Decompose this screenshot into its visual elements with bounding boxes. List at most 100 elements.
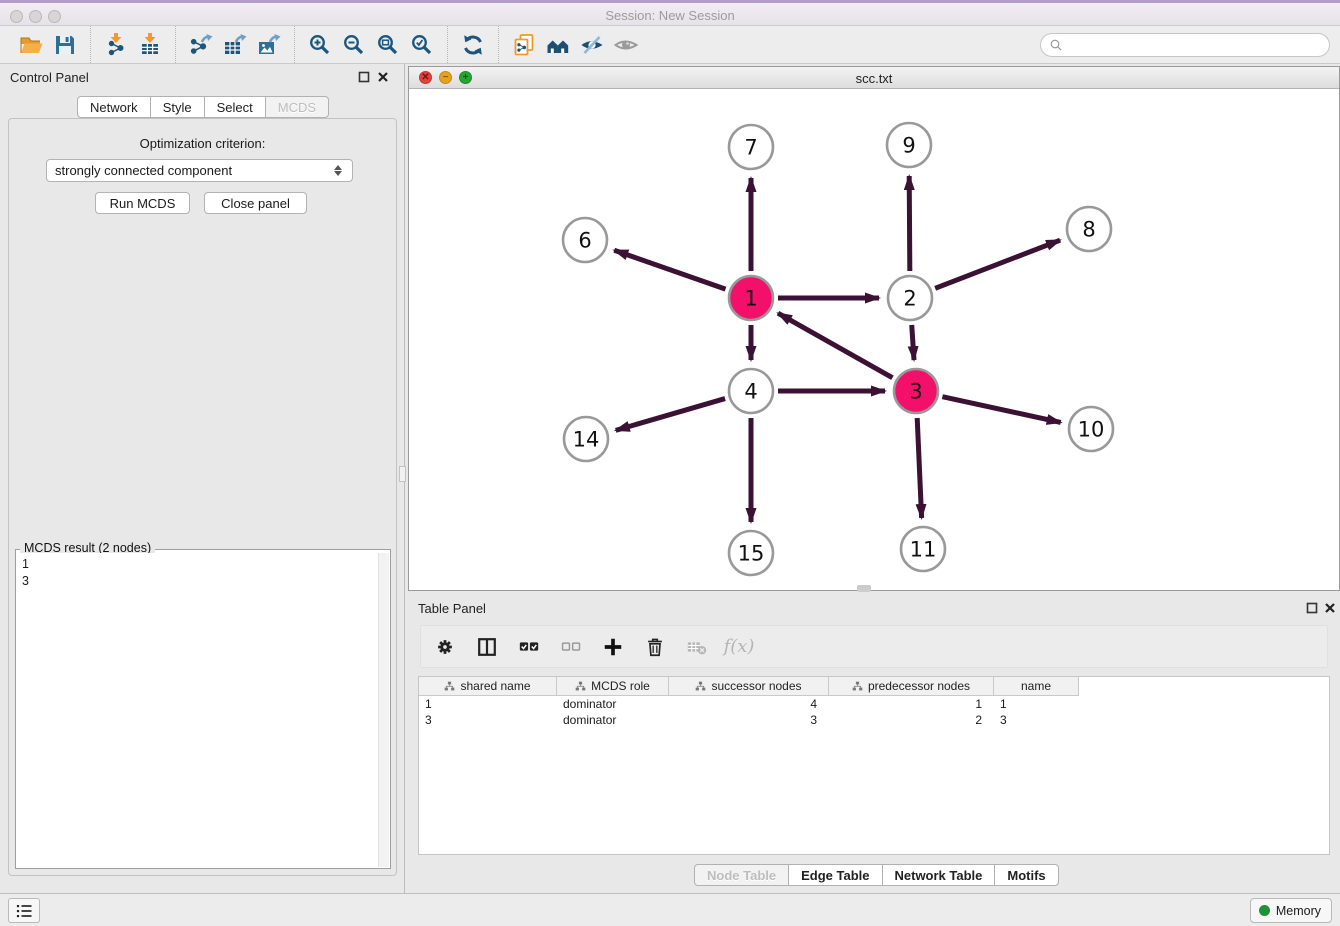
graph-node-6[interactable]: 6 — [563, 218, 607, 262]
edge-3-1[interactable] — [778, 313, 892, 378]
search-input[interactable] — [1064, 35, 1329, 55]
graph-node-10[interactable]: 10 — [1069, 407, 1113, 451]
float-table-panel-icon[interactable] — [1306, 602, 1318, 614]
open-session-icon[interactable] — [14, 30, 48, 60]
criterion-select[interactable]: strongly connected component — [46, 159, 353, 182]
svg-text:10: 10 — [1078, 418, 1105, 442]
svg-text:6: 6 — [578, 229, 591, 253]
control-panel-title: Control Panel — [10, 70, 89, 85]
window-title: Session: New Session — [0, 8, 1340, 23]
column-header-MCDS-role[interactable]: MCDS role — [557, 677, 669, 696]
mcds-list-scrollbar[interactable] — [378, 553, 389, 867]
show-all-icon[interactable] — [609, 30, 643, 60]
float-panel-icon[interactable] — [358, 71, 370, 83]
zoom-in-icon[interactable] — [303, 30, 337, 60]
select-all-icon[interactable] — [515, 633, 543, 661]
clone-network-icon[interactable] — [507, 30, 541, 60]
tab-network[interactable]: Network — [77, 96, 151, 118]
tab-mcds[interactable]: MCDS — [265, 96, 329, 118]
delete-row-icon[interactable] — [641, 633, 669, 661]
graph-node-2[interactable]: 2 — [888, 276, 932, 320]
graph-node-4[interactable]: 4 — [729, 369, 773, 413]
export-image-icon[interactable] — [252, 30, 286, 60]
edge-3-10[interactable] — [942, 397, 1060, 423]
import-table-icon[interactable] — [133, 30, 167, 60]
zoom-out-icon[interactable] — [337, 30, 371, 60]
edge-3-11[interactable] — [917, 418, 921, 518]
tab-select[interactable]: Select — [204, 96, 266, 118]
settings-gear-icon[interactable] — [431, 633, 459, 661]
close-table-panel-icon[interactable] — [1324, 602, 1336, 614]
horizontal-split-grip[interactable] — [857, 585, 871, 592]
svg-text:11: 11 — [910, 538, 937, 562]
graph-node-3[interactable]: 3 — [894, 369, 938, 413]
task-list-icon — [14, 901, 34, 921]
table-row[interactable]: 1dominator411 — [419, 696, 1329, 712]
network-window-title: scc.txt — [409, 71, 1339, 86]
graph-node-15[interactable]: 15 — [729, 531, 773, 575]
graph-node-9[interactable]: 9 — [887, 123, 931, 167]
zoom-fit-icon[interactable] — [371, 30, 405, 60]
vertical-split-grip[interactable] — [399, 466, 406, 482]
delete-table-icon[interactable] — [683, 633, 711, 661]
table-row[interactable]: 3dominator323 — [419, 712, 1329, 728]
tab-network-table[interactable]: Network Table — [882, 864, 996, 886]
graph-node-8[interactable]: 8 — [1067, 207, 1111, 251]
network-graph[interactable]: 1 2 3 4 6 7 8 9 10 11 14 15 — [409, 89, 1339, 590]
svg-text:15: 15 — [738, 542, 765, 566]
edge-2-3[interactable] — [912, 325, 914, 360]
graph-node-14[interactable]: 14 — [564, 417, 608, 461]
add-row-icon[interactable] — [599, 633, 627, 661]
tab-node-table[interactable]: Node Table — [694, 864, 789, 886]
home-views-icon[interactable] — [541, 30, 575, 60]
graph-node-1[interactable]: 1 — [729, 276, 773, 320]
close-panel-button[interactable]: Close panel — [204, 192, 307, 214]
edge-2-8[interactable] — [935, 240, 1060, 288]
column-header-predecessor-nodes[interactable]: predecessor nodes — [829, 677, 994, 696]
column-tree-icon — [695, 681, 706, 692]
import-network-icon[interactable] — [99, 30, 133, 60]
close-panel-icon[interactable] — [377, 71, 389, 83]
export-table-icon[interactable] — [218, 30, 252, 60]
mcds-result-list[interactable]: 13 — [17, 553, 377, 867]
column-header-name[interactable]: name — [994, 677, 1079, 696]
edge-2-9[interactable] — [909, 176, 910, 271]
mcds-tab-content: Optimization criterion: strongly connect… — [8, 118, 397, 876]
deselect-all-icon[interactable] — [557, 633, 585, 661]
network-window-titlebar[interactable]: ✕ − + scc.txt — [409, 67, 1339, 89]
svg-text:1: 1 — [744, 287, 757, 311]
task-history-button[interactable] — [8, 898, 40, 923]
node-table-header: shared nameMCDS rolesuccessor nodesprede… — [419, 677, 1329, 696]
save-session-icon[interactable] — [48, 30, 82, 60]
tab-motifs[interactable]: Motifs — [994, 864, 1058, 886]
column-tree-icon — [444, 681, 455, 692]
export-network-icon[interactable] — [184, 30, 218, 60]
mcds-result-item[interactable]: 3 — [22, 573, 377, 590]
edge-1-6[interactable] — [614, 250, 725, 289]
status-bar: Memory — [0, 893, 1340, 926]
node-table[interactable]: shared nameMCDS rolesuccessor nodesprede… — [418, 676, 1330, 855]
graph-node-7[interactable]: 7 — [729, 125, 773, 169]
svg-text:7: 7 — [744, 136, 757, 160]
run-mcds-button[interactable]: Run MCDS — [95, 192, 190, 214]
table-panel-header: Table Panel — [408, 595, 1340, 621]
column-header-successor-nodes[interactable]: successor nodes — [669, 677, 829, 696]
graph-node-11[interactable]: 11 — [901, 527, 945, 571]
hide-selected-icon[interactable] — [575, 30, 609, 60]
edge-4-14[interactable] — [616, 399, 725, 431]
refresh-view-icon[interactable] — [456, 30, 490, 60]
zoom-selected-icon[interactable] — [405, 30, 439, 60]
mcds-result-item[interactable]: 1 — [22, 556, 377, 573]
choose-columns-icon[interactable] — [473, 633, 501, 661]
control-panel-tabs: NetworkStyleSelectMCDS — [77, 96, 329, 118]
svg-text:8: 8 — [1082, 218, 1095, 242]
tab-edge-table[interactable]: Edge Table — [788, 864, 882, 886]
search-box[interactable] — [1040, 33, 1330, 57]
svg-text:3: 3 — [909, 380, 922, 404]
column-header-shared-name[interactable]: shared name — [419, 677, 557, 696]
function-builder-icon[interactable]: f(x) — [725, 633, 753, 661]
memory-label: Memory — [1276, 904, 1321, 918]
select-stepper-icon — [334, 165, 342, 176]
memory-button[interactable]: Memory — [1250, 898, 1332, 923]
tab-style[interactable]: Style — [150, 96, 205, 118]
